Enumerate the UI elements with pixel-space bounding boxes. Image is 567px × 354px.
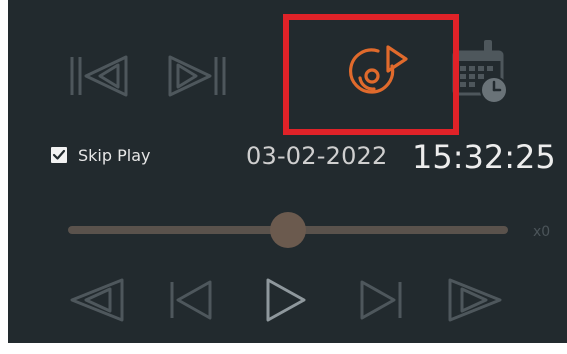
checkmark-icon bbox=[52, 149, 66, 160]
play-icon[interactable] bbox=[264, 276, 308, 324]
highlight-box bbox=[283, 14, 459, 135]
previous-frame-icon[interactable] bbox=[168, 276, 214, 324]
next-frame-icon[interactable] bbox=[358, 276, 404, 324]
skip-to-end-icon[interactable] bbox=[166, 53, 228, 99]
rewind-icon[interactable] bbox=[66, 276, 126, 324]
fast-forward-icon[interactable] bbox=[446, 276, 506, 324]
playback-date: 03-02-2022 bbox=[246, 142, 388, 170]
skip-play-checkbox[interactable] bbox=[51, 147, 67, 163]
skip-to-start-icon[interactable] bbox=[68, 53, 130, 99]
playback-slider-thumb[interactable] bbox=[270, 212, 306, 248]
playback-time: 15:32:25 bbox=[412, 138, 556, 176]
skip-play-label: Skip Play bbox=[78, 146, 151, 165]
speed-indicator: x0 bbox=[533, 224, 551, 240]
